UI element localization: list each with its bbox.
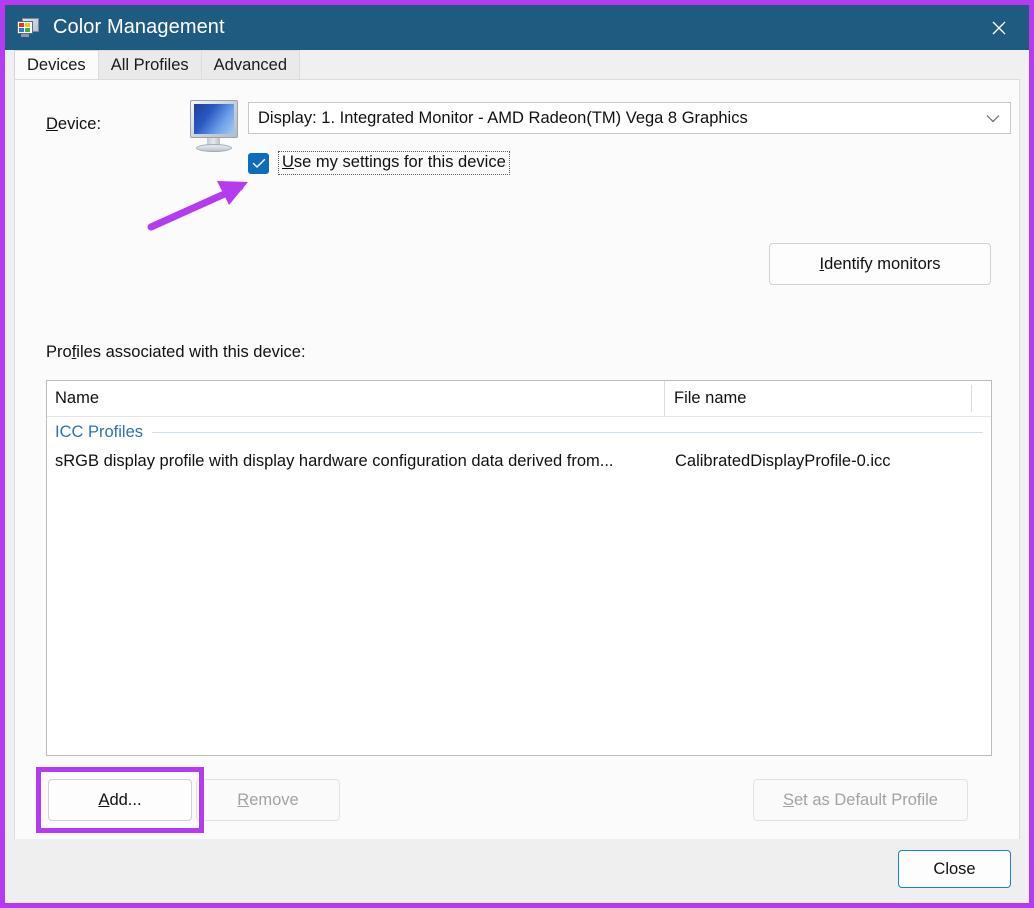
identify-monitors-button[interactable]: Identify monitors (769, 243, 991, 285)
monitor-icon (182, 100, 244, 152)
chevron-down-icon (986, 103, 1000, 133)
devices-tab-panel: Device: Display: 1. Integrated Monitor -… (14, 79, 1020, 869)
close-button-label: Close (933, 860, 975, 879)
remove-button: Remove (196, 779, 340, 821)
color-management-dialog: Color Management Devices All Profiles Ad… (5, 5, 1029, 903)
device-row: Device: Display: 1. Integrated Monitor -… (15, 99, 1019, 151)
profile-file-name: CalibratedDisplayProfile-0.icc (675, 452, 891, 471)
profiles-column-header: Name File name (47, 381, 991, 417)
column-header-name-label: Name (55, 389, 99, 408)
use-my-settings-checkbox[interactable] (248, 153, 269, 174)
column-header-file-name-label: File name (674, 389, 746, 408)
checkmark-icon (252, 158, 266, 169)
use-my-settings-text: se my settings for this device (294, 153, 506, 171)
table-row[interactable]: sRGB display profile with display hardwa… (47, 447, 991, 475)
color-management-icon (16, 16, 40, 40)
use-my-settings-row: Use my settings for this device (248, 151, 510, 175)
tab-advanced[interactable]: Advanced (201, 50, 300, 79)
tab-devices[interactable]: Devices (14, 50, 99, 79)
device-label: Device: (46, 115, 101, 134)
tab-advanced-label: Advanced (214, 56, 287, 75)
device-label-rest: evice: (58, 115, 101, 133)
profiles-label-pre: Pro (46, 343, 72, 361)
profiles-group-header: ICC Profiles (47, 417, 991, 447)
device-dropdown[interactable]: Display: 1. Integrated Monitor - AMD Rad… (248, 102, 1011, 134)
tab-all-profiles[interactable]: All Profiles (98, 50, 202, 79)
group-divider (152, 432, 983, 433)
use-my-settings-label[interactable]: Use my settings for this device (278, 151, 510, 175)
window-title: Color Management (53, 16, 225, 39)
device-label-accel: D (46, 115, 58, 133)
add-button-accel: A (98, 791, 109, 810)
close-icon[interactable] (969, 5, 1029, 50)
tab-all-profiles-label: All Profiles (111, 56, 189, 75)
remove-button-label: emove (249, 791, 299, 810)
profiles-group-label: ICC Profiles (55, 423, 143, 442)
profiles-list-label: Profiles associated with this device: (46, 343, 306, 362)
profile-name: sRGB display profile with display hardwa… (55, 452, 614, 471)
set-as-default-profile-button: Set as Default Profile (753, 779, 968, 821)
profiles-listview[interactable]: Name File name ICC Profiles sRGB display… (46, 380, 992, 756)
tab-devices-label: Devices (27, 56, 86, 75)
add-button[interactable]: Add... (48, 779, 192, 821)
dialog-footer: Close (5, 839, 1029, 903)
column-header-name[interactable]: Name (47, 381, 664, 416)
device-dropdown-value: Display: 1. Integrated Monitor - AMD Rad… (249, 109, 748, 128)
tab-strip: Devices All Profiles Advanced (5, 50, 1029, 79)
title-bar: Color Management (5, 5, 1029, 50)
close-button[interactable]: Close (898, 850, 1011, 888)
add-button-label: dd... (109, 791, 141, 810)
set-default-label: et as Default Profile (794, 791, 938, 810)
identify-monitors-label: dentify monitors (824, 255, 940, 274)
column-divider[interactable] (971, 385, 972, 412)
use-my-settings-accel: U (282, 153, 294, 171)
remove-button-accel: R (237, 791, 249, 810)
column-header-file-name[interactable]: File name (664, 381, 971, 416)
profiles-label-post: iles associated with this device: (76, 343, 305, 361)
set-default-accel: S (783, 791, 794, 810)
